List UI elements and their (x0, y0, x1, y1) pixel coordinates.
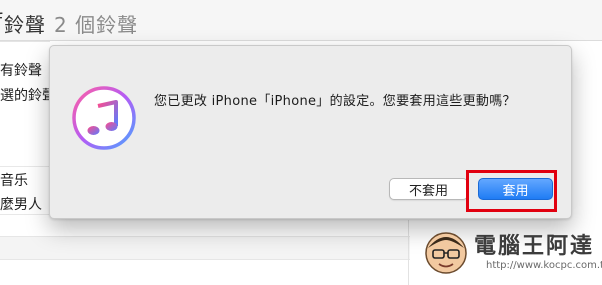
list-item[interactable]: 音乐 (0, 170, 28, 190)
title-partial-char: f (0, 9, 3, 33)
dont-apply-button[interactable]: 不套用 (389, 178, 468, 200)
watermark-url: http://www.kocpc.com.tw (486, 260, 602, 271)
itunes-icon (72, 86, 136, 150)
background-window-header: f 鈴聲 2 個鈴聲 (0, 0, 602, 41)
confirm-dialog: 您已更改 iPhone「iPhone」的設定。您要套用這些更動嗎？ 不套用 套用 (49, 45, 572, 219)
divider (0, 41, 50, 42)
list-item[interactable]: 麼男人 (0, 194, 42, 214)
page-title: f 鈴聲 2 個鈴聲 (0, 9, 139, 38)
apply-button[interactable]: 套用 (478, 178, 553, 200)
dialog-message: 您已更改 iPhone「iPhone」的設定。您要套用這些更動嗎？ (154, 94, 516, 109)
watermark-title: 電腦王阿達 (474, 234, 595, 259)
watermark: 電腦王阿達 http://www.kocpc.com.tw (422, 222, 602, 282)
divider (408, 220, 409, 285)
title-text: 鈴聲 (4, 13, 46, 37)
list-row-strip (0, 236, 410, 260)
sidebar-label: 選的鈴聲 (0, 88, 56, 104)
sidebar-label: 有鈴聲 (0, 63, 42, 79)
mascot-face-icon (425, 232, 467, 274)
ringtone-count: 2 個鈴聲 (54, 13, 139, 37)
